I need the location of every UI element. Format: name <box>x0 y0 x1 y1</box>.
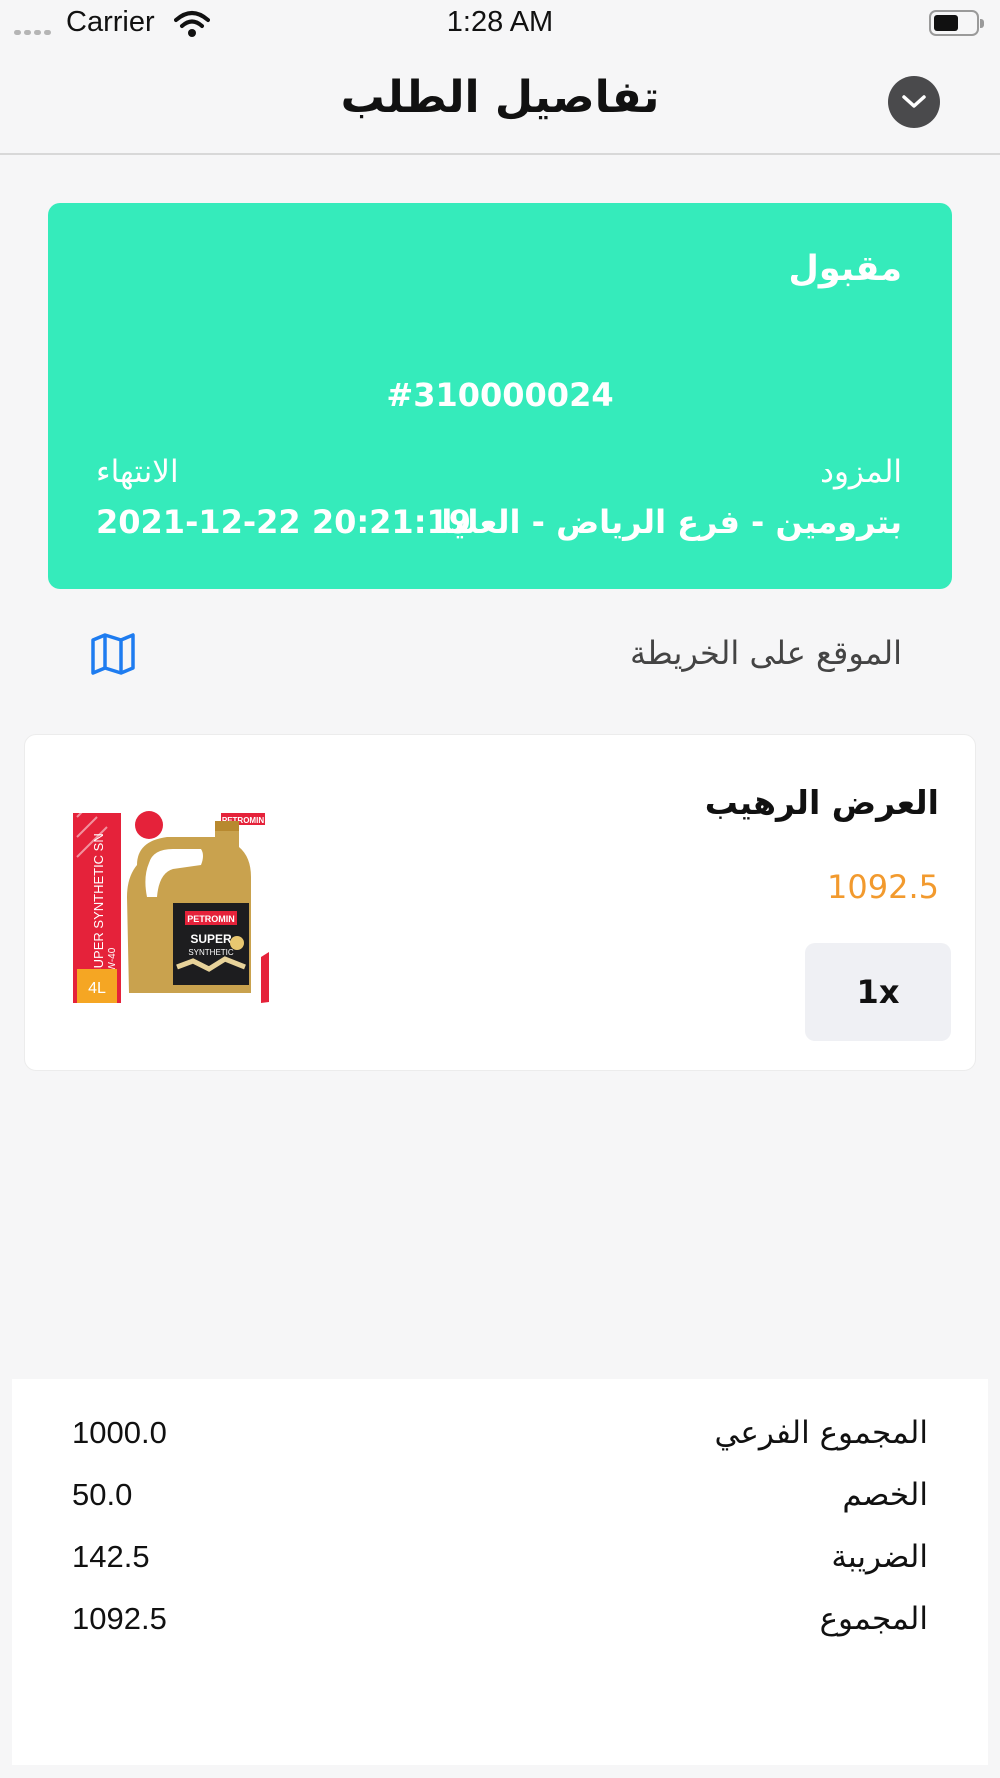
map-location-row[interactable]: الموقع على الخريطة <box>0 620 1000 690</box>
bottle-line1: SUPER <box>190 932 232 946</box>
discount-value: 50.0 <box>72 1477 133 1512</box>
subtotal-value: 1000.0 <box>72 1415 167 1450</box>
bottle-line2: SYNTHETIC <box>188 948 234 957</box>
bottle-brand: PETROMIN <box>187 914 235 924</box>
expiry-label: الانتهاء <box>96 454 179 490</box>
total-label: المجموع <box>819 1601 928 1637</box>
product-image: SUPER SYNTHETIC SN 5W-40 4L PETROMIN PET… <box>73 807 269 1003</box>
product-card[interactable]: العرض الرهيب 1092.5 1x SUPER SYNTHETIC S… <box>24 734 976 1071</box>
status-time: 1:28 AM <box>446 6 554 38</box>
battery-icon <box>929 10 984 36</box>
order-status: مقبول <box>788 249 902 289</box>
map-icon[interactable] <box>90 632 136 676</box>
provider-value: بترومين - فرع الرياض - العليا <box>441 503 902 541</box>
order-status-card: مقبول #310000024 المزود بترومين - فرع ال… <box>48 203 952 589</box>
tax-value: 142.5 <box>72 1539 150 1574</box>
summary-row-subtotal: المجموع الفرعي 1000.0 <box>12 1415 988 1465</box>
provider-label: المزود <box>820 454 902 490</box>
dismiss-button[interactable] <box>888 76 940 128</box>
status-bar: Carrier 1:28 AM <box>0 0 1000 46</box>
summary-row-discount: الخصم 50.0 <box>12 1477 988 1527</box>
map-location-label: الموقع على الخريطة <box>630 634 902 672</box>
total-value: 1092.5 <box>72 1601 167 1636</box>
product-name: العرض الرهيب <box>704 783 939 822</box>
summary-row-total: المجموع 1092.5 <box>12 1601 988 1651</box>
tax-label: الضريبة <box>831 1539 928 1575</box>
discount-label: الخصم <box>842 1477 928 1513</box>
navigation-bar: تفاصيل الطلب <box>0 46 1000 155</box>
order-number: #310000024 <box>386 376 614 414</box>
summary-row-tax: الضريبة 142.5 <box>12 1539 988 1589</box>
page-title: تفاصيل الطلب <box>340 72 660 123</box>
chevron-down-icon <box>902 95 926 108</box>
product-box-text: SUPER SYNTHETIC SN <box>91 833 106 977</box>
quantity-badge: 1x <box>805 943 951 1041</box>
product-price: 1092.5 <box>827 868 939 906</box>
product-size: 4L <box>88 980 106 997</box>
expiry-value: 2021-12-22 20:21:19 <box>96 503 472 541</box>
subtotal-label: المجموع الفرعي <box>714 1415 928 1451</box>
order-summary-panel: المجموع الفرعي 1000.0 الخصم 50.0 الضريبة… <box>12 1379 988 1765</box>
